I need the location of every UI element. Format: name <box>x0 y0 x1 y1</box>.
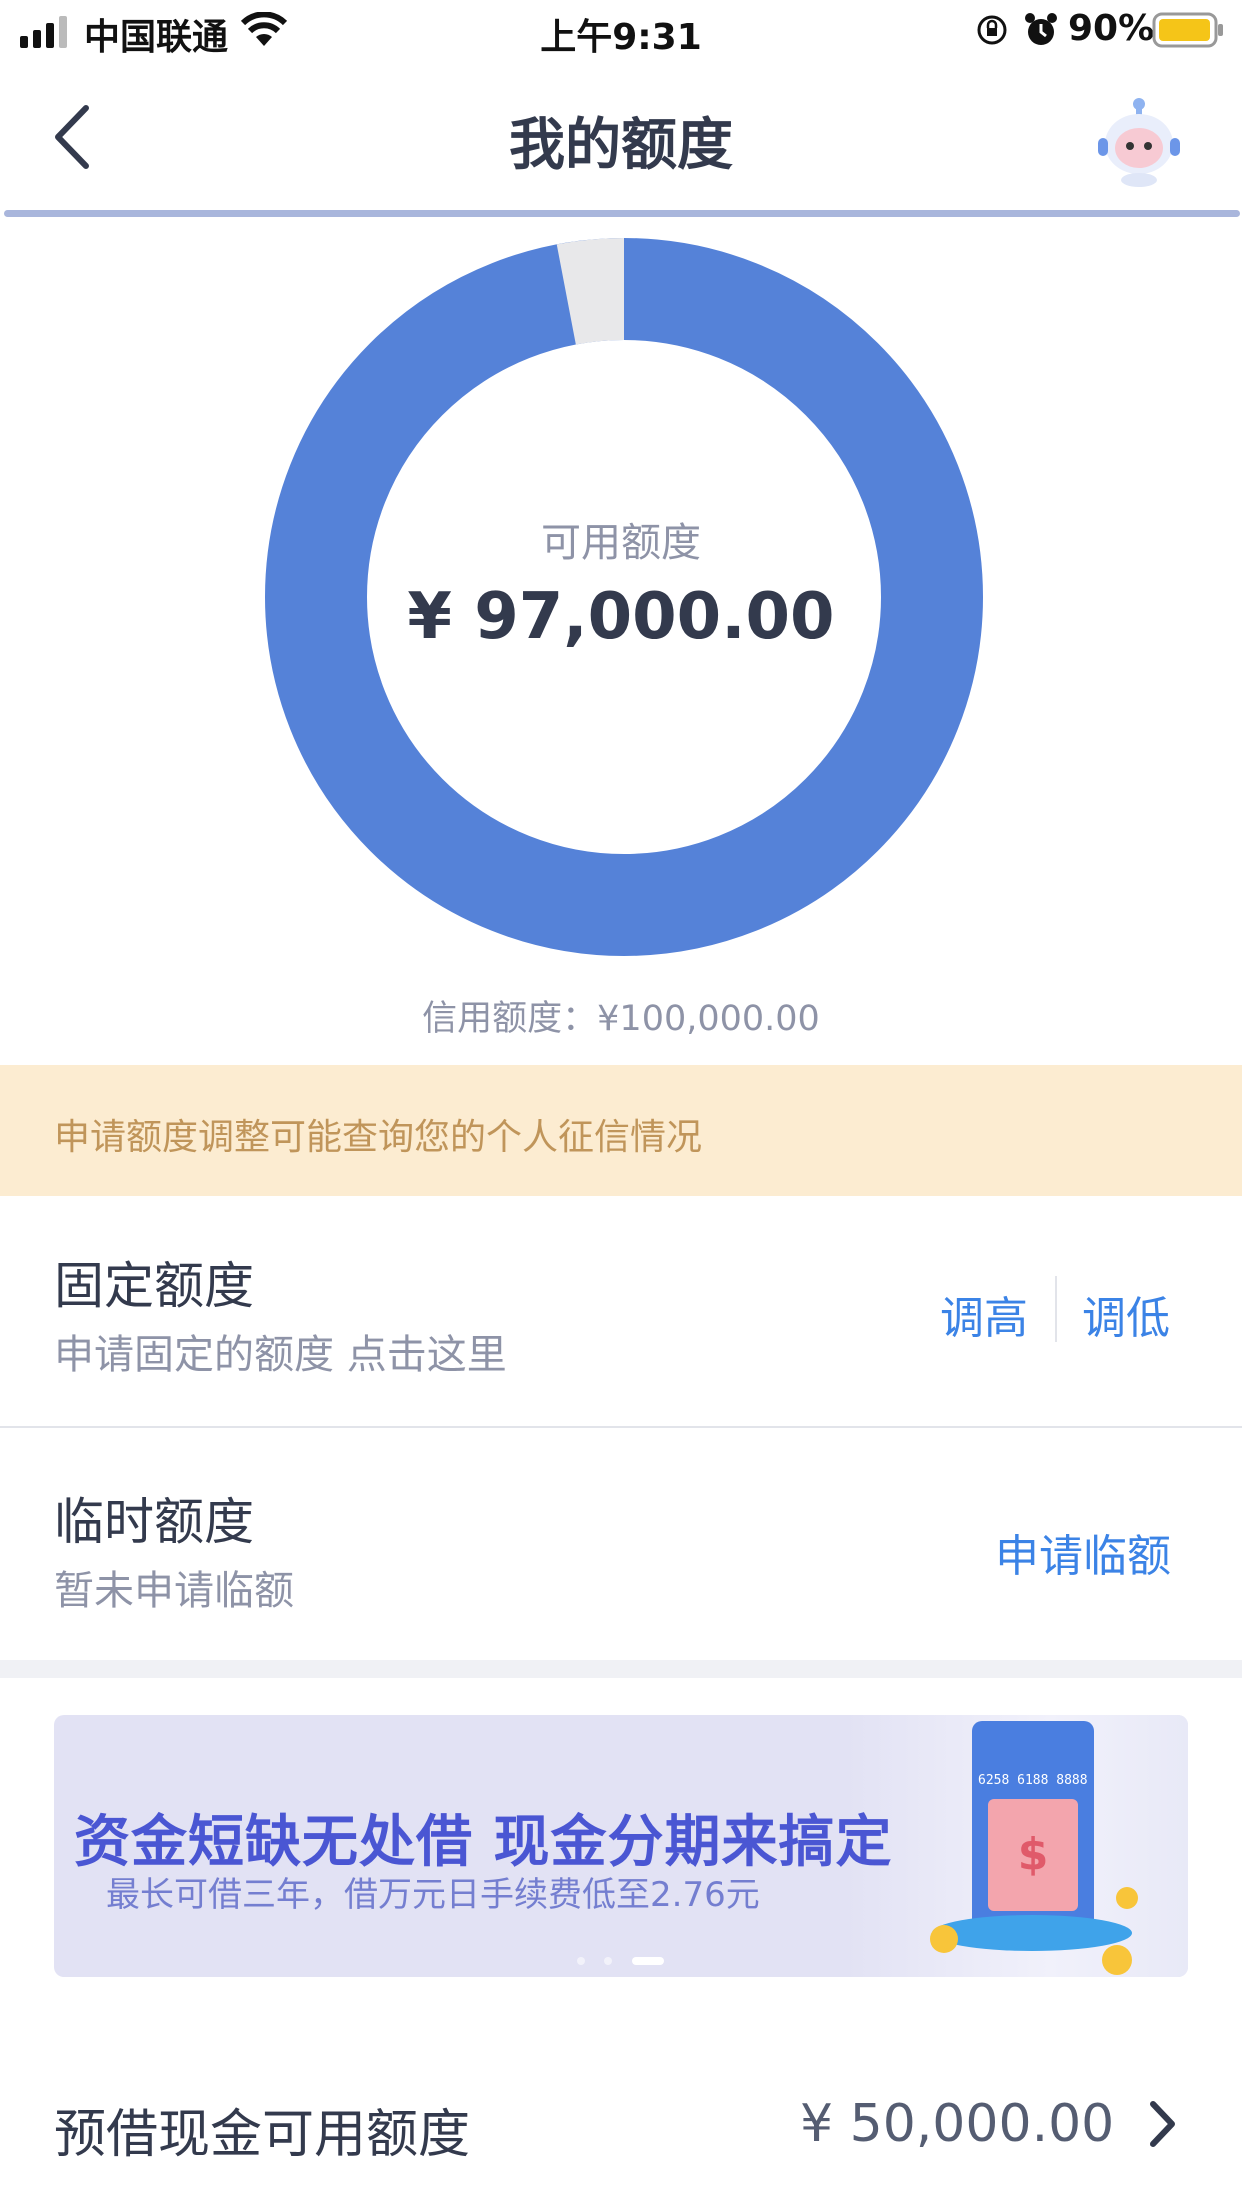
pre-borrow-cash-label: 预借现金可用额度 <box>54 2105 471 2165</box>
pager-dot-active[interactable] <box>632 1957 664 1965</box>
dollar-icon: $ <box>1017 1829 1049 1880</box>
action-separator <box>1055 1276 1057 1342</box>
credit-limit-text: 信用额度：¥100,000.00 <box>422 999 820 1039</box>
robot-assistant-icon[interactable] <box>1094 94 1184 188</box>
pedestal-icon <box>932 1915 1132 1951</box>
nav-bar: 我的额度 <box>0 64 1242 217</box>
coin-icon <box>1102 1945 1132 1975</box>
chevron-right-icon[interactable] <box>1148 2100 1178 2148</box>
alarm-icon <box>1025 13 1057 45</box>
section-gap <box>0 1660 1242 1678</box>
raise-quota-button[interactable]: 调高 <box>940 1282 1028 1346</box>
page-title: 我的额度 <box>509 113 733 178</box>
banner-title: 资金短缺无处借 现金分期来搞定 <box>74 1810 893 1875</box>
fixed-quota-row: 固定额度 申请固定的额度 点击这里 调高 调低 <box>0 1196 1242 1426</box>
cash-note: $ <box>988 1799 1078 1911</box>
credit-notice-banner: 申请额度调整可能查询您的个人征信情况 <box>0 1065 1242 1196</box>
notice-text: 申请额度调整可能查询您的个人征信情况 <box>54 1117 703 1158</box>
temporary-quota-row: 临时额度 暂未申请临额 申请临额 <box>0 1428 1242 1660</box>
available-quota-label: 可用额度 <box>541 520 701 566</box>
lower-quota-button[interactable]: 调低 <box>1082 1282 1170 1346</box>
coin-icon <box>930 1925 958 1953</box>
card-illustration: 6258 6188 8888 $ <box>972 1721 1094 1931</box>
cash-installment-banner[interactable]: 资金短缺无处借 现金分期来搞定 最长可借三年，借万元日手续费低至2.76元 62… <box>54 1715 1188 1977</box>
fixed-quota-subtitle[interactable]: 申请固定的额度 点击这里 <box>54 1322 507 1380</box>
pager-dot[interactable] <box>604 1957 612 1965</box>
temporary-quota-subtitle: 暂未申请临额 <box>54 1568 294 1614</box>
nav-divider <box>4 210 1240 217</box>
apply-temporary-quota-button[interactable]: 申请临额 <box>995 1520 1171 1584</box>
pre-borrow-cash-value: ¥ 50,000.00 <box>800 2094 1115 2154</box>
pager-dot[interactable] <box>577 1957 585 1965</box>
available-quota-value: ¥ 97,000.00 <box>407 580 835 654</box>
used-arc <box>556 238 626 345</box>
banner-subtitle: 最长可借三年，借万元日手续费低至2.76元 <box>106 1875 760 1915</box>
fixed-quota-title: 固定额度 <box>54 1257 254 1315</box>
temporary-quota-title: 临时额度 <box>54 1493 254 1551</box>
battery-icon <box>1152 12 1223 48</box>
card-number: 6258 6188 8888 <box>978 1773 1088 1788</box>
status-bar: 中国联通 上午9:31 90% <box>0 0 1242 64</box>
battery-percent: 90% <box>1068 8 1155 49</box>
coin-icon <box>1116 1887 1138 1909</box>
rotation-lock-icon <box>977 15 1007 45</box>
